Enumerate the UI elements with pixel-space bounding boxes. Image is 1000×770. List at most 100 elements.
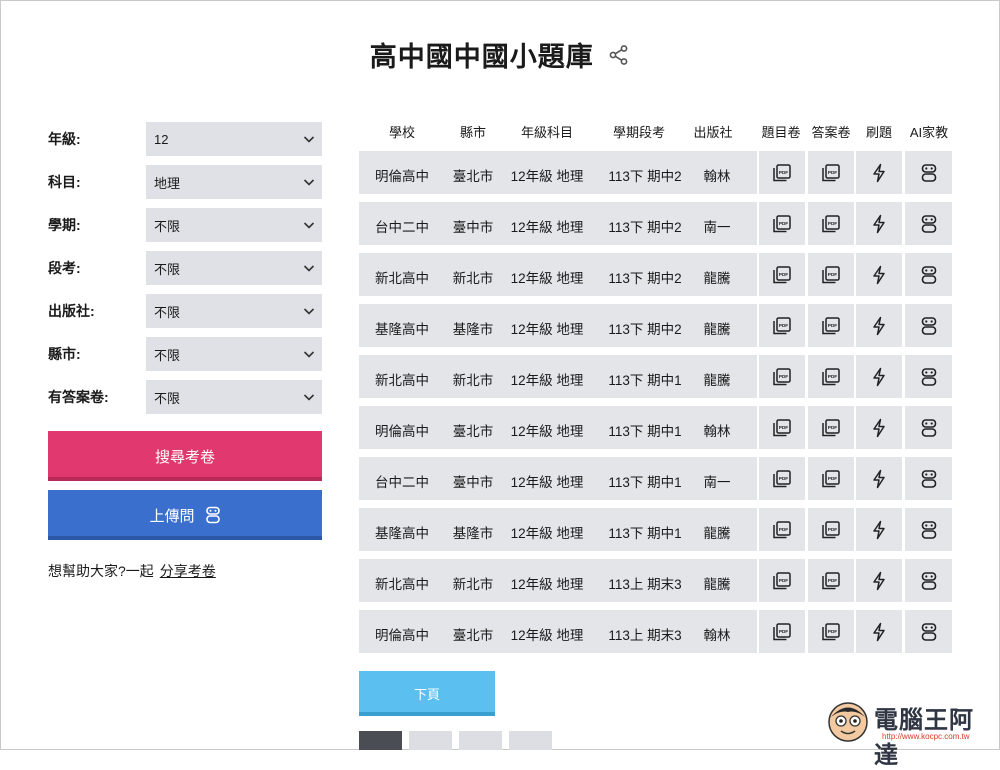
row-info-cell: 基隆高中 基隆市 12年級 地理 113下 期中1 龍騰	[359, 508, 757, 551]
publisher: 翰林	[703, 628, 731, 643]
question-paper-download[interactable]: PDF	[759, 304, 805, 347]
publisher: 龍騰	[703, 322, 731, 337]
lightning-icon	[871, 214, 887, 234]
ai-tutor-button[interactable]	[905, 508, 952, 551]
practice-button[interactable]	[856, 151, 902, 194]
practice-button[interactable]	[856, 304, 902, 347]
page-button-active[interactable]	[359, 731, 402, 750]
practice-button[interactable]	[856, 406, 902, 449]
robot-icon	[920, 367, 938, 387]
question-paper-download[interactable]: PDF	[759, 508, 805, 551]
pdf-stack-icon: PDF	[772, 571, 792, 591]
practice-button[interactable]	[856, 253, 902, 296]
table-row: 新北高中 新北市 12年級 地理 113下 期中1 龍騰 PDF PDF	[359, 355, 952, 398]
question-paper-download[interactable]: PDF	[759, 406, 805, 449]
answer-paper-download[interactable]: PDF	[808, 457, 854, 500]
practice-button[interactable]	[856, 202, 902, 245]
next-page-button[interactable]: 下頁	[359, 671, 495, 716]
pdf-stack-icon: PDF	[821, 520, 841, 540]
lightning-icon	[871, 571, 887, 591]
practice-button[interactable]	[856, 559, 902, 602]
ai-tutor-button[interactable]	[905, 406, 952, 449]
filter-select[interactable]: 不限	[146, 251, 322, 285]
answer-paper-download[interactable]: PDF	[808, 508, 854, 551]
publisher: 翰林	[703, 424, 731, 439]
search-exams-button[interactable]: 搜尋考卷	[48, 431, 322, 481]
answer-paper-download[interactable]: PDF	[808, 406, 854, 449]
upload-question-button[interactable]: 上傳問	[48, 490, 322, 540]
publisher: 龍騰	[703, 526, 731, 541]
robot-icon	[920, 418, 938, 438]
ai-tutor-button[interactable]	[905, 355, 952, 398]
chevron-down-icon	[303, 265, 315, 272]
pdf-stack-icon: PDF	[821, 265, 841, 285]
svg-text:PDF: PDF	[828, 220, 837, 225]
svg-text:PDF: PDF	[779, 424, 788, 429]
filter-row: 年級: 12	[48, 122, 323, 157]
help-prompt: 想幫助大家?一起	[48, 563, 154, 579]
ai-tutor-button[interactable]	[905, 559, 952, 602]
ai-tutor-button[interactable]	[905, 610, 952, 653]
svg-text:PDF: PDF	[779, 322, 788, 327]
practice-button[interactable]	[856, 355, 902, 398]
ai-tutor-button[interactable]	[905, 457, 952, 500]
chevron-down-icon	[303, 136, 315, 143]
lightning-icon	[871, 163, 887, 183]
filter-select[interactable]: 不限	[146, 208, 322, 242]
question-paper-download[interactable]: PDF	[759, 457, 805, 500]
robot-icon	[920, 571, 938, 591]
table-row: 台中二中 臺中市 12年級 地理 113下 期中2 南一 PDF PDF	[359, 202, 952, 245]
filter-select[interactable]: 12	[146, 122, 322, 156]
lightning-icon	[871, 469, 887, 489]
filter-row: 段考: 不限	[48, 251, 323, 286]
answer-paper-download[interactable]: PDF	[808, 559, 854, 602]
page-button[interactable]	[509, 731, 552, 750]
question-paper-download[interactable]: PDF	[759, 151, 805, 194]
grade-subject: 12年級 地理	[510, 628, 584, 643]
svg-text:PDF: PDF	[779, 526, 788, 531]
question-paper-download[interactable]: PDF	[759, 559, 805, 602]
grade-subject: 12年級 地理	[510, 373, 584, 388]
answer-paper-download[interactable]: PDF	[808, 610, 854, 653]
answer-paper-download[interactable]: PDF	[808, 304, 854, 347]
practice-button[interactable]	[856, 610, 902, 653]
practice-button[interactable]	[856, 457, 902, 500]
answer-paper-download[interactable]: PDF	[808, 355, 854, 398]
row-info-cell: 明倫高中 臺北市 12年級 地理 113上 期末3 翰林	[359, 610, 757, 653]
question-paper-download[interactable]: PDF	[759, 202, 805, 245]
lightning-icon	[871, 367, 887, 387]
filter-select-value: 不限	[154, 390, 181, 406]
filter-row: 出版社: 不限	[48, 294, 323, 329]
filter-select[interactable]: 地理	[146, 165, 322, 199]
answer-paper-download[interactable]: PDF	[808, 151, 854, 194]
filter-select[interactable]: 不限	[146, 337, 322, 371]
chevron-down-icon	[303, 179, 315, 186]
question-paper-download[interactable]: PDF	[759, 253, 805, 296]
svg-text:PDF: PDF	[779, 373, 788, 378]
pdf-stack-icon: PDF	[821, 316, 841, 336]
exam-table: 明倫高中 臺北市 12年級 地理 113下 期中2 翰林 PDF PDF 台中二中 臺中市 12年…	[359, 151, 952, 661]
share-icon[interactable]	[608, 44, 630, 66]
ai-tutor-button[interactable]	[905, 151, 952, 194]
ai-tutor-button[interactable]	[905, 253, 952, 296]
practice-button[interactable]	[856, 508, 902, 551]
table-row: 明倫高中 臺北市 12年級 地理 113上 期末3 翰林 PDF PDF	[359, 610, 952, 653]
answer-paper-download[interactable]: PDF	[808, 202, 854, 245]
svg-text:PDF: PDF	[828, 271, 837, 276]
answer-paper-download[interactable]: PDF	[808, 253, 854, 296]
page-title: 高中國中國小題庫	[369, 42, 594, 72]
grade-subject: 12年級 地理	[510, 220, 584, 235]
pdf-stack-icon: PDF	[772, 418, 792, 438]
question-paper-download[interactable]: PDF	[759, 610, 805, 653]
share-exam-link[interactable]: 分享考卷	[160, 563, 216, 579]
filter-select-value: 不限	[154, 218, 181, 234]
filter-select[interactable]: 不限	[146, 294, 322, 328]
robot-icon	[920, 622, 938, 642]
filter-select[interactable]: 不限	[146, 380, 322, 414]
ai-tutor-button[interactable]	[905, 202, 952, 245]
filter-select-value: 12	[154, 131, 169, 147]
page-button[interactable]	[409, 731, 452, 750]
page-button[interactable]	[459, 731, 502, 750]
ai-tutor-button[interactable]	[905, 304, 952, 347]
question-paper-download[interactable]: PDF	[759, 355, 805, 398]
